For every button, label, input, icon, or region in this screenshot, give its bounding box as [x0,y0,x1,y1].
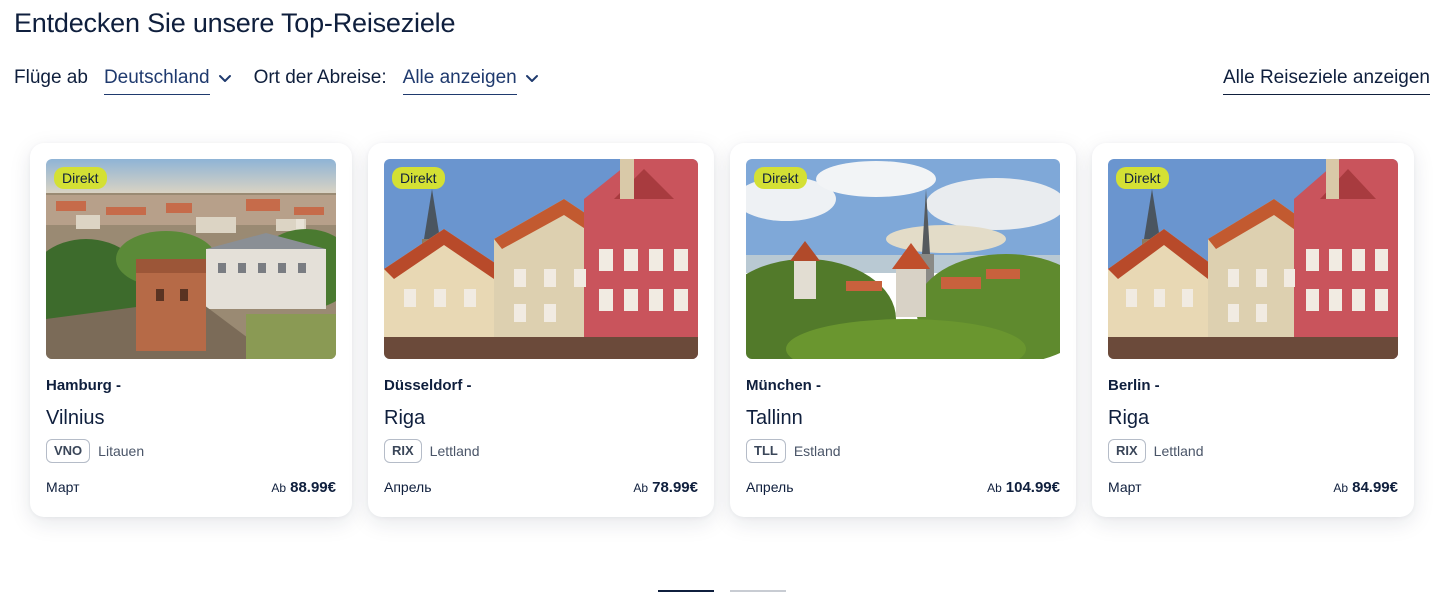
country-name: Lettland [1153,443,1204,459]
price-value: 88.99€ [290,479,336,496]
price: Ab 88.99€ [271,479,336,496]
departure-label: Ort der Abreise: [253,67,387,88]
card-destination: Riga [384,407,426,429]
airport-row: TLL Estland [746,439,841,463]
destination-card[interactable]: Direkt Düsseldorf - Riga RIX Lettland Ап… [368,143,714,517]
airport-code: TLL [746,439,786,463]
chevron-down-icon[interactable] [210,64,232,92]
airport-code: VNO [46,439,91,463]
card-origin: Berlin - [1108,377,1160,394]
country-name: Estland [793,443,841,459]
price: Ab 104.99€ [987,479,1060,496]
departure-dropdown-value[interactable]: Alle anzeigen [402,64,517,95]
price-value: 104.99€ [1005,479,1060,496]
country-dropdown-value[interactable]: Deutschland [103,64,210,95]
card-origin: Düsseldorf - [384,377,472,394]
price-value: 78.99€ [652,479,698,496]
chevron-down-icon[interactable] [517,64,539,92]
card-destination: Tallinn [746,407,803,429]
filter-bar: Flüge ab Deutschland Ort der Abreise: Al… [14,64,561,96]
direct-badge: Direkt [392,167,445,189]
airport-code: RIX [1108,439,1146,463]
carousel-page-2[interactable] [730,590,786,592]
card-origin: Hamburg - [46,377,121,394]
carousel-page-1[interactable] [658,590,714,592]
travel-month: Апрель [746,479,794,495]
direct-badge: Direkt [54,167,107,189]
airport-row: VNO Litauen [46,439,144,463]
travel-month: Март [46,479,80,495]
card-destination: Riga [1108,407,1150,429]
destination-card[interactable]: Direkt Hamburg - Vilnius VNO Litauen Мар… [30,143,352,517]
price-prefix: Ab [271,481,287,495]
price-value: 84.99€ [1352,479,1398,496]
riga-old-town-photo: Direkt [384,159,698,359]
riga-old-town-photo: Direkt [1108,159,1398,359]
page-title: Entdecken Sie unsere Top-Reiseziele [14,8,456,38]
price: Ab 84.99€ [1333,479,1398,496]
direct-badge: Direkt [1116,167,1169,189]
price-prefix: Ab [987,481,1002,495]
price-prefix: Ab [1333,481,1349,495]
country-name: Lettland [429,443,480,459]
country-dropdown[interactable]: Deutschland [103,64,232,95]
card-destination: Vilnius [46,407,105,429]
all-destinations-link[interactable]: Alle Reiseziele anzeigen [1222,64,1430,95]
vilnius-castle-photo: Direkt [46,159,336,359]
travel-month: Март [1108,479,1142,495]
destination-card[interactable]: Direkt Berlin - Riga RIX Lettland Март A… [1092,143,1414,517]
departure-dropdown[interactable]: Alle anzeigen [402,64,539,95]
flights-from-label: Flüge ab [14,67,88,88]
direct-badge: Direkt [754,167,807,189]
airport-row: RIX Lettland [384,439,480,463]
price: Ab 78.99€ [633,479,698,496]
airport-code: RIX [384,439,422,463]
country-name: Litauen [98,443,145,459]
destination-card[interactable]: Direkt München - Tallinn TLL Estland Апр… [730,143,1076,517]
travel-month: Апрель [384,479,432,495]
tallinn-towers-photo: Direkt [746,159,1060,359]
card-origin: München - [746,377,821,394]
airport-row: RIX Lettland [1108,439,1204,463]
price-prefix: Ab [633,481,649,495]
